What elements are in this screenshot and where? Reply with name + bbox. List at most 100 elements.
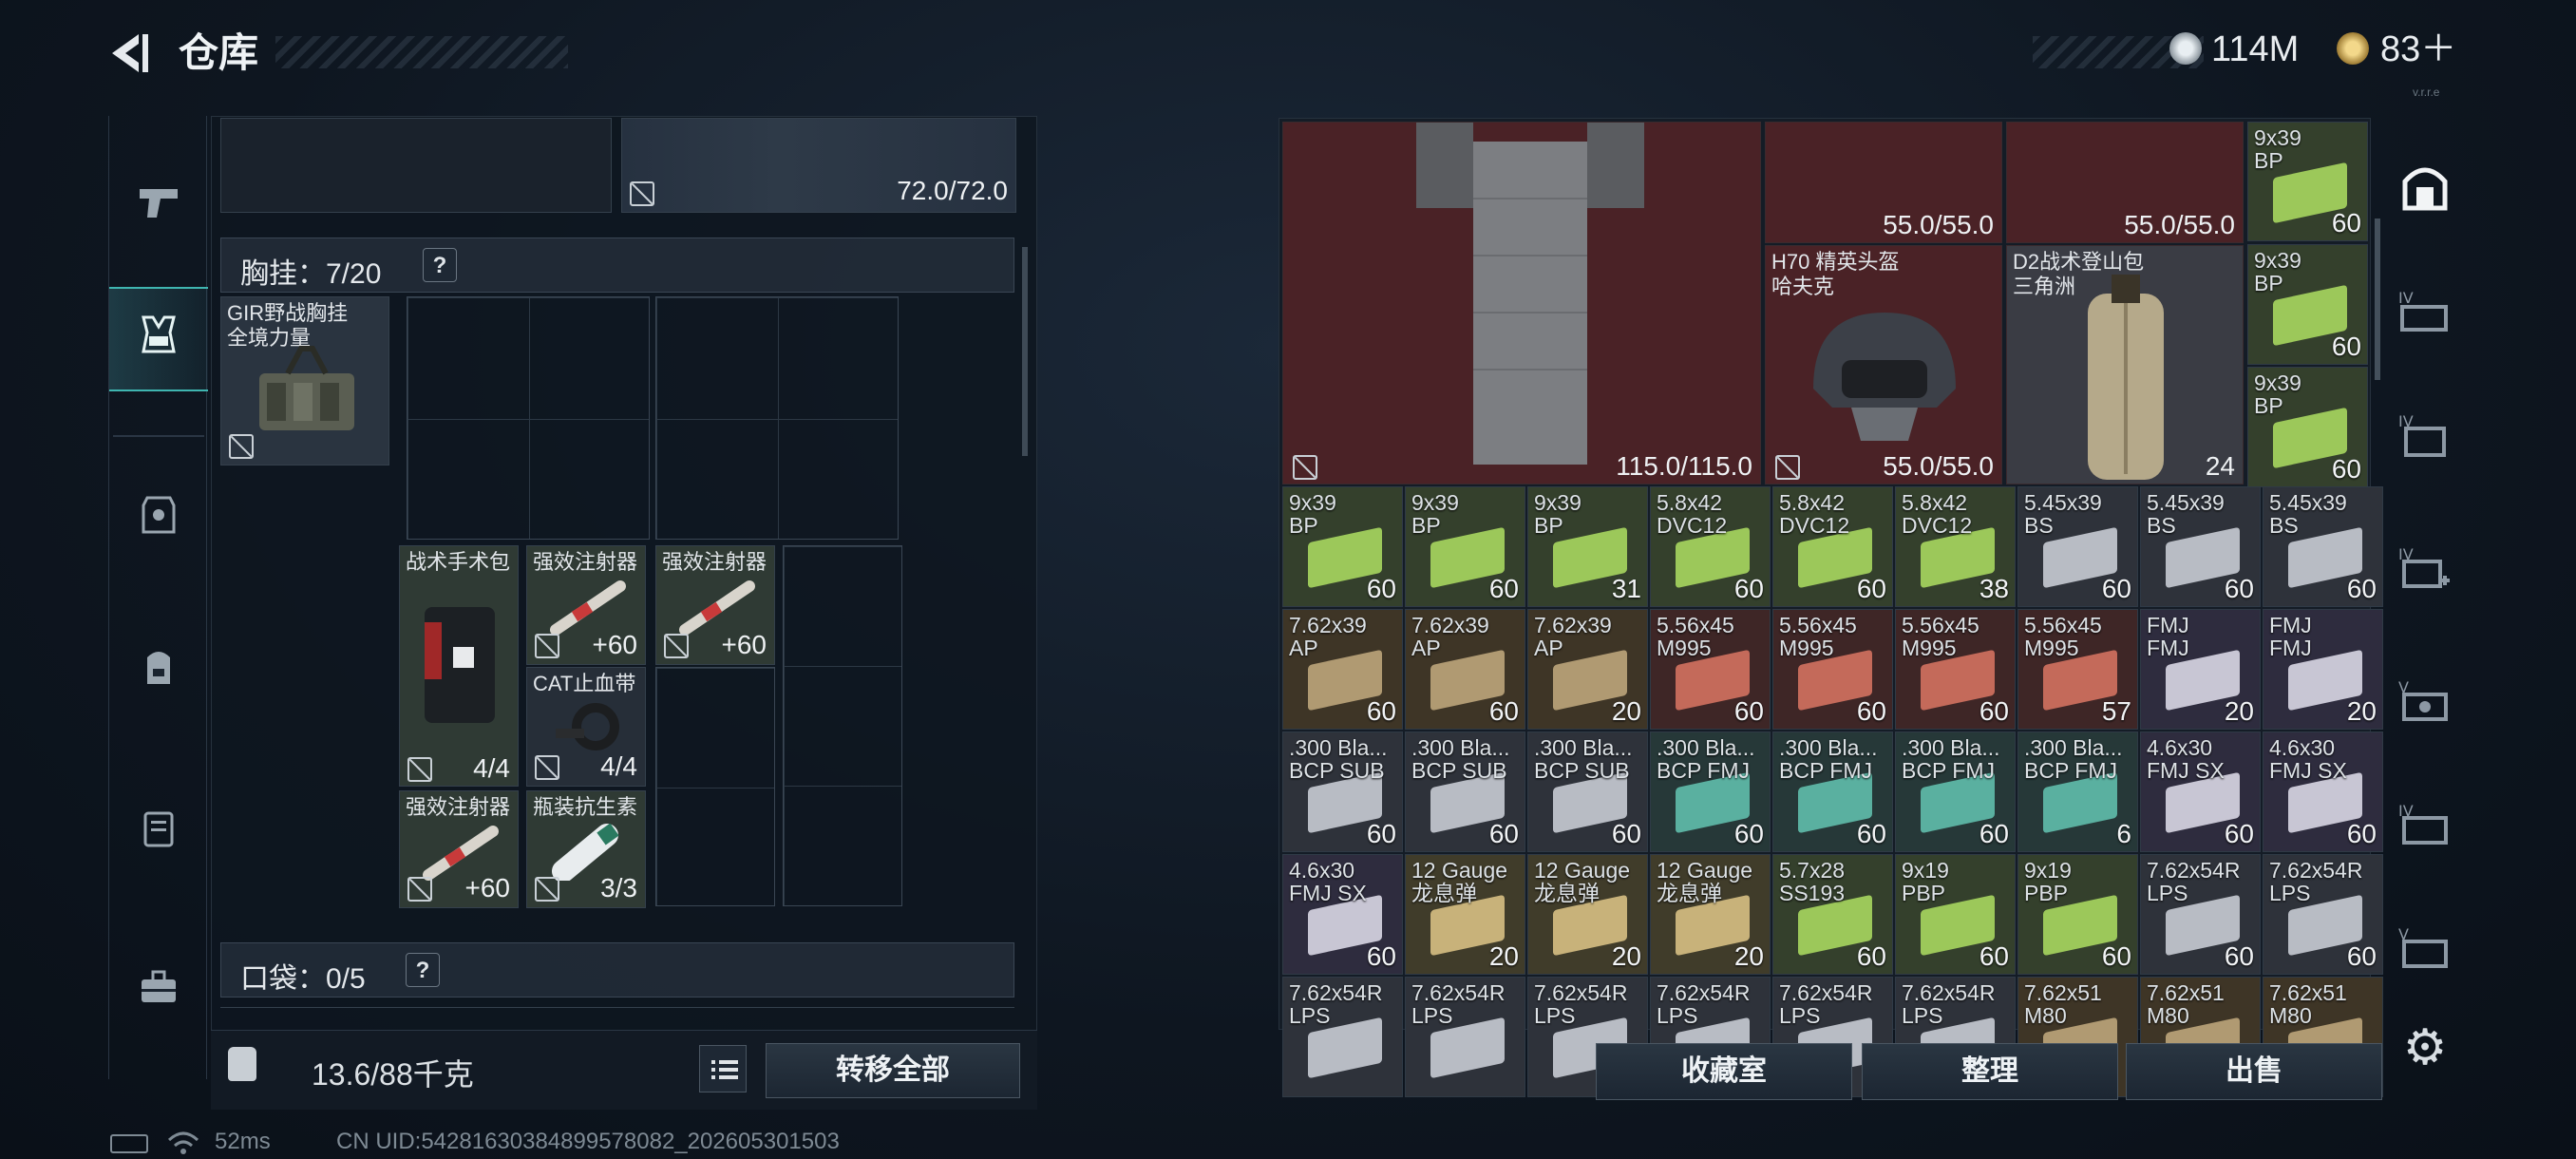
injector-item[interactable]: 强效注射器 +60: [399, 790, 519, 908]
rig-slot-grid[interactable]: [783, 545, 902, 906]
ammo-item[interactable]: 9x39 BP 31: [1527, 486, 1648, 607]
ammo-item[interactable]: .300 Bla... BCP FMJ 60: [1650, 732, 1771, 852]
settings-gear-icon[interactable]: ⚙: [2399, 1022, 2451, 1074]
help-icon[interactable]: ?: [423, 248, 457, 282]
ammo-item[interactable]: FMJ FMJ 20: [2140, 609, 2261, 730]
list-view-button[interactable]: [699, 1045, 747, 1092]
nav-weapon[interactable]: [109, 154, 208, 258]
nav-armor[interactable]: [109, 467, 208, 572]
nav-safebox[interactable]: [2384, 152, 2466, 234]
ammo-item[interactable]: 12 Gauge 龙息弹 20: [1405, 854, 1525, 975]
nav-storage-iv-4[interactable]: IV: [2384, 788, 2466, 870]
nav-backpack[interactable]: [109, 619, 208, 724]
ammo-item[interactable]: 7.62x39 AP 20: [1527, 609, 1648, 730]
item-name: 强效注射器: [406, 795, 511, 819]
rig-slot-grid[interactable]: [407, 296, 650, 540]
sell-button[interactable]: 出售: [2126, 1043, 2382, 1100]
rig-slot-grid[interactable]: [655, 667, 775, 906]
item-name: 9x39 BP: [1289, 490, 1336, 538]
nav-chest-rig[interactable]: [109, 287, 208, 391]
surgery-kit-item[interactable]: 战术手术包 4/4: [399, 545, 519, 787]
injector-item[interactable]: 强效注射器 +60: [526, 545, 646, 665]
back-arrow-icon[interactable]: [104, 27, 154, 80]
ammo-item[interactable]: 9x39 BP 60: [2247, 122, 2368, 241]
ammo-item[interactable]: 7.62x54R LPS: [1405, 977, 1525, 1097]
ammo-item[interactable]: 5.56x45 M995 57: [2017, 609, 2138, 730]
ammo-item[interactable]: 5.56x45 M995 60: [1895, 609, 2016, 730]
ammo-item[interactable]: 9x19 PBP 60: [2017, 854, 2138, 975]
ammo-item[interactable]: 4.6x30 FMJ SX 60: [2263, 732, 2383, 852]
empty-slot[interactable]: [220, 118, 612, 213]
ammo-item[interactable]: 9x39 BP 60: [2247, 244, 2368, 365]
nav-toolbox[interactable]: [109, 939, 208, 1043]
ammo-item[interactable]: 5.45x39 BS 60: [2263, 486, 2383, 607]
item-count: 60: [1856, 941, 1886, 971]
item-count: 20: [1611, 696, 1641, 726]
scrollbar[interactable]: [2375, 218, 2380, 380]
ammo-item[interactable]: 7.62x54R LPS: [1282, 977, 1403, 1097]
ammo-item[interactable]: FMJ FMJ 20: [2263, 609, 2383, 730]
help-icon[interactable]: ?: [406, 953, 440, 987]
injector-image: [423, 826, 499, 881]
ammo-item[interactable]: .300 Bla... BCP SUB 60: [1405, 732, 1525, 852]
ammo-item[interactable]: 5.8x42 DVC12 38: [1895, 486, 2016, 607]
ammo-item[interactable]: 5.45x39 BS 60: [2017, 486, 2138, 607]
ammo-item[interactable]: 12 Gauge 龙息弹 20: [1650, 854, 1771, 975]
body-armor-item[interactable]: 115.0/115.0: [1282, 122, 1761, 484]
nav-storage-iv-3[interactable]: IV: [2384, 532, 2466, 614]
nav-storage-iv-1[interactable]: IV: [2384, 276, 2466, 357]
h70-helmet-item[interactable]: H70 精英头盔 哈夫克 55.0/55.0: [1765, 245, 2002, 484]
item-name: 5.8x42 DVC12: [1902, 490, 1973, 538]
collection-room-button[interactable]: 收藏室: [1596, 1043, 1852, 1100]
ammo-item[interactable]: .300 Bla... BCP SUB 60: [1527, 732, 1648, 852]
ammo-item[interactable]: 9x39 BP 60: [1282, 486, 1403, 607]
ammo-item[interactable]: 4.6x30 FMJ SX 60: [2140, 732, 2261, 852]
pocket-slots[interactable]: [220, 1007, 1014, 1026]
ammo-item[interactable]: 9x39 BP 60: [2247, 367, 2368, 487]
organize-button[interactable]: 整理: [1862, 1043, 2118, 1100]
ammo-item[interactable]: 12 Gauge 龙息弹 20: [1527, 854, 1648, 975]
nav-storage-v-2[interactable]: V: [2384, 912, 2466, 994]
item-name: 9x39 BP: [1411, 490, 1459, 538]
chest-rig-item[interactable]: GIR野战胸挂 全境力量: [220, 296, 389, 466]
ammo-item[interactable]: 5.45x39 BS 60: [2140, 486, 2261, 607]
d2-backpack-item[interactable]: D2战术登山包 三角洲 24: [2006, 245, 2244, 484]
rig-slot-grid[interactable]: [655, 296, 899, 540]
ammo-item[interactable]: 7.62x54R LPS 60: [2263, 854, 2383, 975]
ammo-item[interactable]: .300 Bla... BCP FMJ 60: [1895, 732, 2016, 852]
helmet-item[interactable]: 55.0/55.0: [2006, 122, 2244, 243]
tourniquet-item[interactable]: CAT止血带 4/4: [526, 667, 646, 787]
scrollbar[interactable]: [1022, 247, 1028, 456]
ammo-item[interactable]: .300 Bla... BCP FMJ 6: [2017, 732, 2138, 852]
ammo-item[interactable]: 5.8x42 DVC12 60: [1772, 486, 1893, 607]
item-name: 瓶装抗生素: [533, 795, 638, 819]
ammo-item[interactable]: 5.8x42 DVC12 60: [1650, 486, 1771, 607]
antibiotic-item[interactable]: 瓶装抗生素 3/3: [526, 790, 646, 908]
item-count: 57: [2101, 696, 2131, 726]
move-all-button[interactable]: 转移全部: [766, 1043, 1020, 1098]
ammo-item[interactable]: 7.62x54R LPS 60: [2140, 854, 2261, 975]
currency-gold[interactable]: 83＋: [2380, 27, 2456, 72]
ammo-item[interactable]: 9x39 BP 60: [1405, 486, 1525, 607]
nav-storage-iv-2[interactable]: IV: [2384, 399, 2466, 481]
ammo-item[interactable]: 5.56x45 M995 60: [1650, 609, 1771, 730]
item-name: 9x39 BP: [2254, 370, 2301, 418]
equipped-armor-slot[interactable]: 72.0/72.0: [621, 118, 1016, 213]
item-count: 6: [2116, 819, 2131, 848]
item-name: 9x19 PBP: [2024, 858, 2072, 905]
ammo-item[interactable]: 7.62x39 AP 60: [1405, 609, 1525, 730]
ammo-item[interactable]: 7.62x39 AP 60: [1282, 609, 1403, 730]
ammo-item[interactable]: 5.56x45 M995 60: [1772, 609, 1893, 730]
item-name: 7.62x54R LPS: [1657, 980, 1751, 1028]
item-count: 38: [1979, 574, 2009, 603]
nav-case[interactable]: [109, 781, 208, 885]
ammo-item[interactable]: .300 Bla... BCP SUB 60: [1282, 732, 1403, 852]
injector-item[interactable]: 强效注射器 +60: [655, 545, 775, 665]
item-count: 60: [1979, 941, 2009, 971]
ammo-item[interactable]: 9x19 PBP 60: [1895, 854, 2016, 975]
ammo-item[interactable]: .300 Bla... BCP FMJ 60: [1772, 732, 1893, 852]
nav-storage-v-1[interactable]: V: [2384, 665, 2466, 747]
ammo-item[interactable]: 4.6x30 FMJ SX 60: [1282, 854, 1403, 975]
helmet-item[interactable]: 55.0/55.0: [1765, 122, 2002, 243]
ammo-item[interactable]: 5.7x28 SS193 60: [1772, 854, 1893, 975]
